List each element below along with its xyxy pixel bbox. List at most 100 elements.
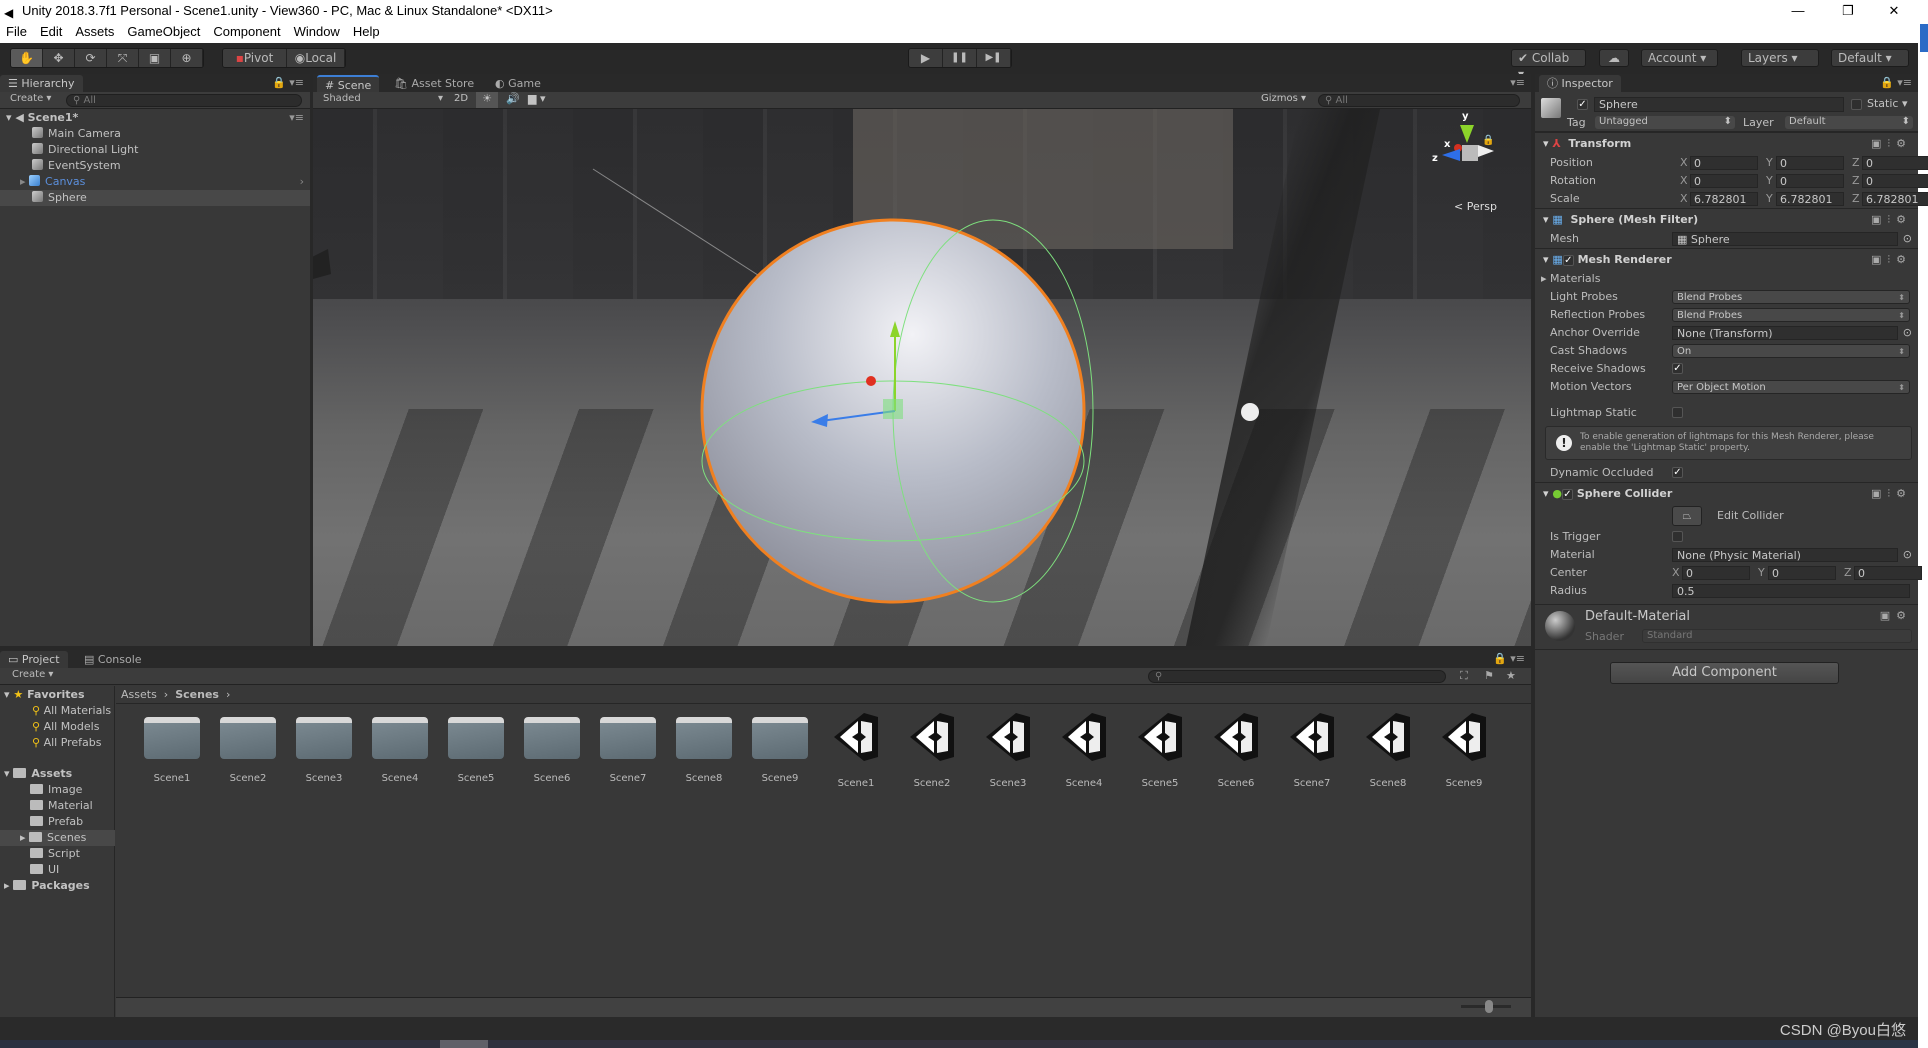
scene-item[interactable]: Scene4 [1046, 705, 1122, 789]
scale-x-input[interactable]: 6.782801 [1690, 192, 1758, 206]
rect-tool-button[interactable]: ▣ [139, 49, 171, 67]
panel-menu-icon[interactable]: 🔒 ▾≡ [1493, 652, 1525, 665]
mesh-field[interactable]: ▦ Sphere [1672, 232, 1898, 246]
tree-folder-script[interactable]: Script [0, 846, 115, 862]
scene-item[interactable]: Scene5 [1122, 705, 1198, 789]
receive-shadows-checkbox[interactable]: ✓ [1672, 363, 1683, 374]
favorite-item[interactable]: ⚲ All Models [0, 719, 115, 735]
anchor-override-field[interactable]: None (Transform) [1672, 326, 1898, 340]
folder-item[interactable]: Scene6 [514, 705, 590, 785]
filter-by-type-icon[interactable]: ⛶ [1460, 669, 1468, 683]
tree-folder-ui[interactable]: UI [0, 862, 115, 878]
shader-dropdown[interactable]: Standard [1642, 629, 1912, 643]
layer-dropdown[interactable]: Default ⬍ [1785, 116, 1913, 129]
center-z-input[interactable]: 0 [1854, 566, 1922, 580]
material-section[interactable]: Default-Material ▣⚙ Shader Standard [1535, 604, 1918, 650]
scale-z-input[interactable]: 6.782801 [1862, 192, 1928, 206]
scene-item[interactable]: Scene6 [1198, 705, 1274, 789]
project-search-input[interactable]: ⚲ [1148, 670, 1446, 683]
play-button[interactable]: ▶ [909, 49, 943, 67]
shading-mode-dropdown[interactable]: Shaded ▾ [323, 93, 443, 104]
local-button[interactable]: ◉Local [287, 49, 345, 67]
cloud-button[interactable]: ☁ [1599, 49, 1629, 67]
folder-item[interactable]: Scene9 [742, 705, 818, 785]
expand-arrow-icon[interactable]: ▸ [20, 175, 29, 188]
tree-folder-material[interactable]: Material [0, 798, 115, 814]
favorites-folder[interactable]: ▾ ★ Favorites [0, 687, 115, 703]
panel-menu-icon[interactable]: ▾≡ [1510, 76, 1525, 89]
object-picker-icon[interactable]: ⊙ [1903, 546, 1912, 564]
x-handle-icon[interactable] [866, 376, 876, 386]
hierarchy-item[interactable]: EventSystem [0, 158, 310, 174]
menu-component[interactable]: Component [213, 21, 280, 43]
layers-dropdown[interactable]: Layers ▾ [1741, 49, 1819, 67]
scene-item[interactable]: Scene9 [1426, 705, 1502, 789]
panel-menu-icon[interactable]: 🔒 ▾≡ [1880, 76, 1912, 89]
gizmo-cone-icon[interactable] [1478, 145, 1494, 157]
menu-gameobject[interactable]: GameObject [127, 21, 200, 43]
close-button[interactable]: ✕ [1872, 0, 1916, 21]
filter-by-label-icon[interactable]: ⚑ [1484, 669, 1494, 682]
tree-folder-scenes[interactable]: ▸ Scenes [0, 830, 115, 846]
breadcrumb-scenes[interactable]: Scenes [175, 688, 219, 701]
lightmap-static-checkbox[interactable] [1672, 407, 1683, 418]
transform-header[interactable]: ▾ ⅄ Transform ▣⫶⚙ [1535, 132, 1918, 154]
hand-tool-button[interactable]: ✋ [11, 49, 43, 67]
favorites-star-icon[interactable]: ★ [1506, 669, 1516, 682]
menu-file[interactable]: File [6, 21, 27, 43]
sphere-collider-header[interactable]: ▾ ●✓ Sphere Collider ▣⫶⚙ [1535, 482, 1918, 504]
tab-hierarchy[interactable]: ☰ Hierarchy [0, 75, 83, 92]
hierarchy-search-input[interactable]: ⚲ All [66, 94, 302, 107]
scene-item[interactable]: Scene3 [970, 705, 1046, 789]
pivot-button[interactable]: ▪Pivot [223, 49, 287, 67]
y-axis-cone-icon[interactable] [1460, 125, 1474, 143]
position-y-input[interactable]: 0 [1776, 156, 1844, 170]
create-dropdown[interactable]: Create ▾ [10, 93, 51, 104]
projection-toggle[interactable]: < Persp [1454, 200, 1497, 213]
mesh-filter-header[interactable]: ▾ ▦ Sphere (Mesh Filter) ▣⫶⚙ [1535, 208, 1918, 230]
rotate-tool-button[interactable]: ⟳ [75, 49, 107, 67]
dynamic-occluded-checkbox[interactable]: ✓ [1672, 467, 1683, 478]
tab-asset-store[interactable]: 🛍 Asset Store [386, 75, 482, 92]
gizmos-dropdown[interactable]: Gizmos ▾ [1261, 93, 1306, 104]
hierarchy-item[interactable]: Main Camera [0, 126, 310, 142]
audio-toggle-icon[interactable]: 🔊 [503, 92, 523, 105]
panel-menu-icon[interactable]: 🔒 ▾≡ [272, 76, 304, 89]
folder-item[interactable]: Scene8 [666, 705, 742, 785]
tab-scene[interactable]: # Scene [317, 75, 380, 92]
z-axis-cone-icon[interactable] [1442, 149, 1460, 161]
component-actions-icon[interactable]: ▣⫶⚙ [1871, 209, 1912, 231]
hierarchy-item[interactable]: Directional Light [0, 142, 310, 158]
effects-dropdown-icon[interactable]: ▆ ▾ [528, 92, 558, 105]
component-actions-icon[interactable]: ▣⫶⚙ [1871, 133, 1912, 155]
2d-toggle[interactable]: 2D [450, 93, 472, 104]
rotation-x-input[interactable]: 0 [1690, 174, 1758, 188]
scene-menu-icon[interactable]: ▾≡ [289, 110, 304, 126]
static-checkbox[interactable] [1851, 99, 1862, 110]
gizmo-center-cube[interactable] [1462, 145, 1478, 161]
motion-vectors-dropdown[interactable]: Per Object Motion [1672, 380, 1910, 394]
favorite-item[interactable]: ⚲ All Prefabs [0, 735, 115, 751]
scene-search-input[interactable]: ⚲ All [1318, 94, 1520, 107]
enabled-checkbox[interactable]: ✓ [1561, 489, 1573, 500]
lock-icon[interactable]: 🔒 [1482, 135, 1494, 146]
camera-gizmo-icon[interactable] [1241, 403, 1259, 421]
rotation-y-input[interactable]: 0 [1776, 174, 1844, 188]
menu-window[interactable]: Window [294, 21, 340, 43]
static-dropdown[interactable]: Static ▾ [1867, 97, 1907, 110]
object-name-input[interactable]: Sphere [1594, 97, 1844, 112]
tab-game[interactable]: ◐ Game [487, 75, 549, 92]
cast-shadows-dropdown[interactable]: On [1672, 344, 1910, 358]
pause-button[interactable]: ❚❚ [943, 49, 977, 67]
lighting-toggle-icon[interactable]: ☀ [476, 92, 498, 108]
radius-input[interactable]: 0.5 [1672, 584, 1910, 598]
account-dropdown[interactable]: Account ▾ [1641, 49, 1718, 67]
create-dropdown[interactable]: Create ▾ [12, 669, 53, 680]
light-probes-dropdown[interactable]: Blend Probes [1672, 290, 1910, 304]
menu-help[interactable]: Help [353, 21, 380, 43]
active-checkbox[interactable]: ✓ [1577, 99, 1588, 110]
scrollbar-thumb[interactable] [1920, 24, 1928, 52]
component-actions-icon[interactable]: ▣⫶⚙ [1871, 249, 1912, 271]
favorite-item[interactable]: ⚲ All Materials [0, 703, 115, 719]
is-trigger-checkbox[interactable] [1672, 531, 1683, 542]
